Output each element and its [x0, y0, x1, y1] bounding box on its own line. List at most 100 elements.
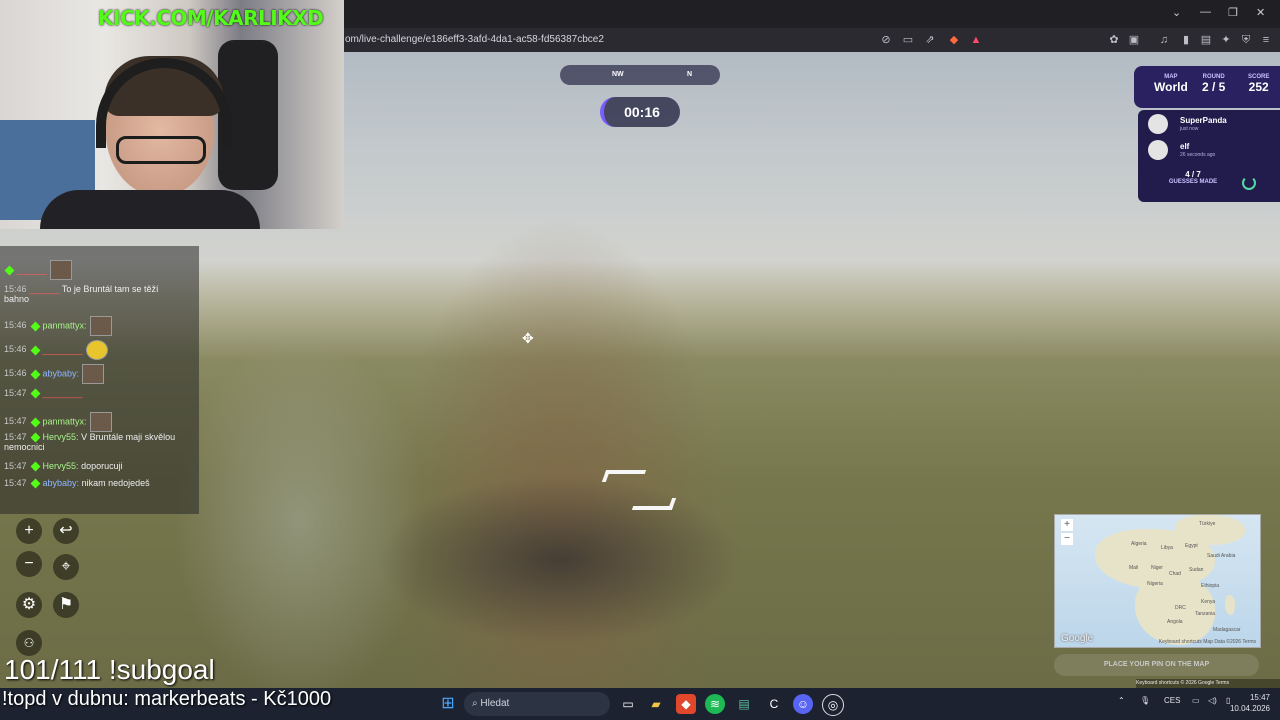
settings-gear-icon[interactable]: ⚙ — [16, 592, 42, 618]
guesses-label: GUESSES MADE — [1168, 179, 1218, 185]
players-icon[interactable]: ⚇ — [16, 630, 42, 656]
menu-icon[interactable]: ≡ — [1258, 32, 1274, 48]
screenshot-icon[interactable]: ▣ — [1126, 32, 1142, 48]
map-label-saudi: Saudi Arabia — [1207, 553, 1236, 559]
maximize-icon[interactable]: ❐ — [1228, 6, 1238, 19]
guess-minimap[interactable]: Türkiye Algeria Libya Egypt Saudi Arabia… — [1054, 514, 1261, 648]
chat-overlay: ______ 15:46 ______ To je Bruntál tam se … — [0, 246, 199, 514]
map-label-algeria: Algeria — [1131, 541, 1147, 547]
round-timer: 00:16 — [600, 97, 680, 127]
zoom-in-button[interactable]: + — [16, 518, 42, 544]
emote-icon — [89, 316, 112, 336]
google-footer[interactable]: Keyboard shortcuts © 2026 Google Terms — [1136, 679, 1280, 688]
brave-rewards-icon[interactable]: ▲ — [968, 32, 984, 48]
streamer-shirt — [40, 190, 260, 229]
move-arrow-icon[interactable] — [601, 470, 647, 482]
brave-shield-icon[interactable]: ◆ — [946, 32, 962, 48]
webcam-overlay: KICK.COM/KARLIKXD — [0, 0, 344, 229]
taskbar-search[interactable]: ⌕ Hledat — [464, 692, 610, 716]
return-to-start-button[interactable]: ⌖ — [53, 554, 79, 580]
compass: NW N — [560, 65, 720, 85]
vpn-icon[interactable]: ⛨ — [1238, 32, 1254, 48]
google-logo: Google — [1061, 633, 1094, 644]
task-view-icon[interactable]: ▭ — [618, 694, 638, 714]
round-value: 2 / 5 — [1202, 80, 1226, 94]
map-zoom-in-button[interactable]: + — [1061, 519, 1073, 531]
tray-chevron-icon[interactable]: ⌃ — [1118, 696, 1125, 705]
share-icon[interactable]: ⇗ — [922, 32, 938, 48]
music-icon[interactable]: ♫ — [1156, 32, 1172, 48]
wallet-icon[interactable]: ▤ — [1198, 32, 1214, 48]
map-label-egypt: Egypt — [1185, 543, 1198, 549]
compass-n: N — [687, 71, 693, 78]
map-label-chad: Chad — [1169, 571, 1181, 577]
minimize-icon[interactable]: — — [1200, 6, 1211, 18]
language-indicator[interactable]: CES — [1164, 696, 1180, 705]
score-value: 252 — [1248, 80, 1269, 94]
windows-start-icon[interactable]: ⊞ — [438, 694, 458, 714]
game-status-panel: MAP World ROUND 2 / 5 SCORE 252 — [1134, 66, 1280, 108]
tracking-off-icon[interactable]: ⊘ — [878, 32, 894, 48]
chat-message: 15:46 abybaby: — [4, 364, 105, 384]
system-clock[interactable]: 15:47 10.04.2026 — [1230, 692, 1270, 714]
flag-checkpoint-icon[interactable]: ⚑ — [53, 592, 79, 618]
discord-icon[interactable]: ☺ — [793, 694, 813, 714]
file-explorer-icon[interactable]: ▰ — [646, 694, 666, 714]
loading-spinner-icon — [1242, 176, 1256, 190]
browser-titlebar: ⌄ — ❐ ✕ — [344, 0, 1280, 28]
map-zoom-out-button[interactable]: − — [1061, 533, 1073, 545]
map-label-kenya: Kenya — [1201, 599, 1216, 605]
move-arrow-icon[interactable] — [631, 498, 677, 510]
chat-message: 15:46 ________ — [4, 340, 108, 360]
microphone-icon[interactable]: 🎙 — [1140, 696, 1150, 705]
map-label-tanzania: Tanzania — [1195, 611, 1216, 617]
address-bar[interactable]: om/live-challenge/e186eff3-3afd-4da1-ac5… — [344, 28, 1280, 52]
emote-icon — [89, 412, 112, 432]
map-label-drc: DRC — [1175, 605, 1186, 611]
cursor-move-icon: ✥ — [522, 330, 534, 346]
chat-message: 15:47 abybaby: nikam nedojedeš — [4, 478, 150, 489]
search-icon: ⌕ — [472, 698, 478, 709]
extensions-icon[interactable]: ✿ — [1106, 32, 1122, 48]
map-label-mali: Mali — [1129, 565, 1139, 571]
leo-icon[interactable]: ✦ — [1218, 32, 1234, 48]
glasses — [116, 136, 206, 164]
guesses-made: 4 / 7 GUESSES MADE — [1138, 170, 1248, 185]
players-panel: SuperPanda just now elf 26 seconds ago 4 /… — [1138, 110, 1280, 202]
ccleaner-icon[interactable]: C — [764, 694, 784, 714]
tab-list-icon[interactable]: ⌄ — [1172, 6, 1181, 19]
map-label-angola: Angola — [1167, 619, 1183, 625]
sidebar-icon[interactable]: ▮ — [1178, 32, 1194, 48]
chat-message: 15:46 panmattyx: — [4, 316, 112, 336]
close-icon[interactable]: ✕ — [1256, 6, 1265, 19]
compass-nw: NW — [612, 71, 624, 78]
spotify-icon[interactable]: ≋ — [705, 694, 725, 714]
undo-move-button[interactable]: ↩ — [53, 518, 79, 544]
subgoal-text: 101/111 !subgoal — [4, 654, 215, 685]
chat-message: 15:47 panmattyx: — [4, 412, 112, 432]
map-label-nigeria: Nigeria — [1147, 581, 1163, 587]
volume-icon[interactable]: ◁) — [1208, 696, 1217, 705]
map-attribution[interactable]: Keyboard shortcuts Map Data ©2026 Terms — [1159, 639, 1256, 645]
cast-icon[interactable]: ▭ — [900, 32, 916, 48]
emote-icon — [85, 340, 108, 360]
obs-icon[interactable]: ◎ — [822, 694, 844, 716]
network-icon[interactable]: ▭ — [1192, 696, 1200, 705]
place-pin-button[interactable]: PLACE YOUR PIN ON THE MAP — [1054, 654, 1259, 676]
map-label-madagascar: Madagascar — [1213, 627, 1241, 633]
map-label-ethiopia: Ethiopia — [1201, 583, 1220, 589]
avatar — [1148, 140, 1168, 160]
url-text[interactable]: om/live-challenge/e186eff3-3afd-4da1-ac5… — [345, 34, 604, 45]
brave-browser-icon[interactable]: ◆ — [676, 694, 696, 714]
chat-message: 15:46 ______ To je Bruntál tam se těží ba… — [4, 284, 159, 304]
emote-icon — [82, 364, 105, 384]
map-label-turkiye: Türkiye — [1199, 521, 1216, 527]
emote-icon — [50, 260, 73, 280]
map-label-libya: Libya — [1161, 545, 1173, 551]
zoom-out-button[interactable]: − — [16, 551, 42, 577]
avatar — [1148, 114, 1168, 134]
notepad-icon[interactable]: ▤ — [734, 694, 754, 714]
chat-message: 15:47 ________ — [4, 388, 83, 399]
search-placeholder: Hledat — [480, 698, 510, 709]
chat-message: 15:47 Hervy55: V Bruntále maji skvělou ne… — [4, 432, 176, 452]
